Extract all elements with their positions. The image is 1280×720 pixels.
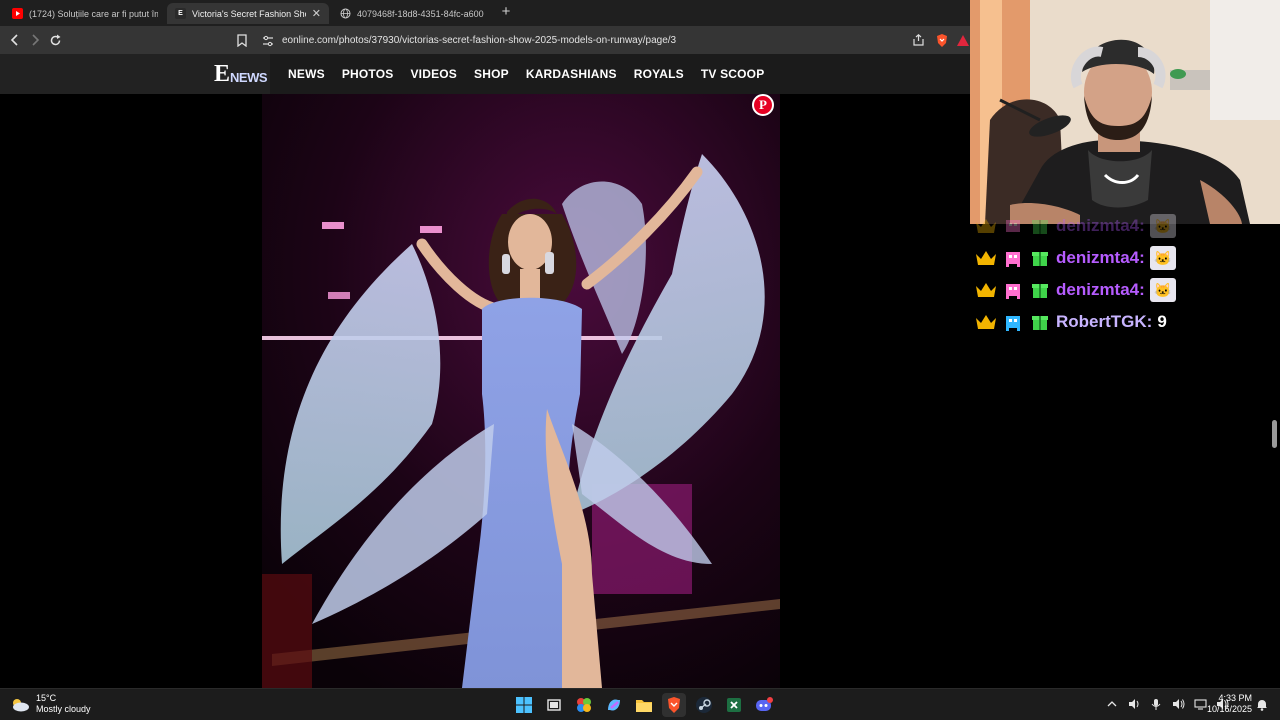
tab-title: 4079468f-18d8-4351-84fc-a6005d2c [357, 8, 484, 19]
speaker-icon[interactable] [1127, 697, 1141, 711]
page-scrollbar[interactable] [1270, 224, 1280, 688]
nav-item-photos[interactable]: PHOTOS [342, 67, 394, 81]
chat-message: RobertTGK: 9 [975, 306, 1265, 338]
chat-username: denizmta4: [1056, 280, 1145, 299]
chat-message: denizmta4: 🐱 [975, 210, 1265, 242]
logo-news: NEWS [230, 70, 268, 85]
browser-toolbar: eonline.com/photos/37930/victorias-secre… [0, 26, 970, 54]
crown-icon [976, 251, 996, 265]
site-info-icon[interactable] [262, 34, 274, 52]
gift-icon [1032, 284, 1048, 298]
browser-tab-strip: (1724) Soluțiile care ar fi putut împied… [0, 0, 970, 26]
crown-icon [976, 219, 996, 233]
url-text: eonline.com/photos/37930/victorias-secre… [282, 34, 677, 46]
tab-uuid[interactable]: 4079468f-18d8-4351-84fc-a6005d2c [332, 3, 492, 24]
forward-icon[interactable] [26, 31, 44, 49]
tab-title: Victoria's Secret Fashion Show 2025 [192, 8, 306, 19]
discord-icon[interactable] [752, 693, 776, 717]
taskbar-clock[interactable]: 4:33 PM 10/16/2025 [1206, 693, 1252, 715]
globe-icon [340, 8, 351, 19]
nav-item-royals[interactable]: ROYALS [634, 67, 684, 81]
webcam-overlay [970, 0, 1280, 224]
new-tab-button[interactable]: + [498, 4, 514, 20]
logo-e: E [214, 61, 231, 87]
microsoft-365-icon[interactable] [572, 693, 596, 717]
share-icon[interactable] [910, 32, 926, 48]
close-icon[interactable]: ✕ [312, 7, 321, 20]
tab-youtube[interactable]: (1724) Soluțiile care ar fi putut împied… [4, 3, 166, 24]
file-explorer-icon[interactable] [632, 693, 656, 717]
weather-widget[interactable]: 15°C Mostly cloudy [10, 693, 91, 715]
nav-item-kardashians[interactable]: KARDASHIANS [526, 67, 617, 81]
invader-icon [1006, 220, 1020, 232]
excel-icon[interactable] [722, 693, 746, 717]
weather-temp: 15°C [36, 693, 57, 703]
main-nav: NEWS PHOTOS VIDEOS SHOP KARDASHIANS ROYA… [288, 54, 764, 94]
chat-username: RobertTGK: [1056, 312, 1153, 331]
crown-icon [976, 283, 996, 297]
steam-icon[interactable] [692, 693, 716, 717]
clock-date: 10/16/2025 [1206, 704, 1252, 714]
copilot-icon[interactable] [602, 693, 626, 717]
cat-emote-icon: 🐱 [1149, 278, 1176, 302]
tab-eonline[interactable]: E Victoria's Secret Fashion Show 2025 ✕ [167, 3, 329, 24]
invader-icon [1006, 252, 1020, 267]
chat-username: denizmta4: [1056, 216, 1145, 235]
scrollbar-thumb[interactable] [1272, 420, 1277, 448]
gift-icon [1032, 252, 1048, 266]
network-icon[interactable] [1193, 697, 1207, 711]
pinterest-save-button[interactable]: P [752, 94, 774, 116]
eonline-logo[interactable]: E NEWS [214, 61, 268, 87]
chevron-up-icon[interactable] [1105, 697, 1119, 711]
taskbar-apps [512, 693, 776, 717]
crown-icon [976, 315, 996, 329]
cat-emote-icon: 🐱 [1149, 246, 1176, 270]
nav-item-shop[interactable]: SHOP [474, 67, 509, 81]
address-bar[interactable]: eonline.com/photos/37930/victorias-secre… [252, 29, 970, 51]
brave-shields-icon[interactable] [934, 32, 950, 48]
chat-message: denizmta4: 🐱 [975, 274, 1265, 306]
youtube-icon [12, 8, 23, 19]
cloud-icon [13, 699, 29, 712]
site-header: E NEWS NEWS PHOTOS VIDEOS SHOP KARDASHIA… [0, 54, 970, 94]
gift-icon [1032, 220, 1048, 234]
brave-rewards-icon[interactable] [955, 32, 971, 48]
tab-title: (1724) Soluțiile care ar fi putut împied… [29, 8, 158, 19]
brave-browser-icon[interactable] [662, 693, 686, 717]
windows-taskbar: 15°C Mostly cloudy 4:33 PM 10/16/2025 [0, 688, 1280, 720]
invader-icon [1006, 284, 1020, 299]
chat-username: denizmta4: [1056, 248, 1145, 267]
gift-icon [1032, 316, 1048, 330]
cat-emote-icon: 🐱 [1149, 214, 1176, 238]
chat-message-text: 9 [1157, 312, 1167, 331]
nav-item-news[interactable]: NEWS [288, 67, 325, 81]
nav-item-videos[interactable]: VIDEOS [410, 67, 457, 81]
eonline-icon: E [175, 8, 186, 19]
notification-bell-icon[interactable] [1256, 698, 1270, 712]
stream-chat: denizmta4: 🐱 denizmta4: 🐱 denizmta4: 🐱 R… [975, 210, 1265, 338]
volume-icon[interactable] [1171, 697, 1185, 711]
weather-desc: Mostly cloudy [36, 704, 91, 714]
gallery-photo[interactable] [262, 94, 780, 688]
chat-message: denizmta4: 🐱 [975, 242, 1265, 274]
microphone-icon[interactable] [1149, 697, 1163, 711]
screen: (1724) Soluțiile care ar fi putut împied… [0, 0, 1280, 720]
nav-item-tv-scoop[interactable]: TV SCOOP [701, 67, 765, 81]
clock-time: 4:33 PM [1218, 693, 1252, 703]
windows-start-icon[interactable] [512, 693, 536, 717]
reload-icon[interactable] [46, 31, 64, 49]
task-view-icon[interactable] [542, 693, 566, 717]
invader-icon [1006, 316, 1020, 331]
bookmark-icon[interactable] [234, 32, 250, 48]
back-icon[interactable] [6, 31, 24, 49]
